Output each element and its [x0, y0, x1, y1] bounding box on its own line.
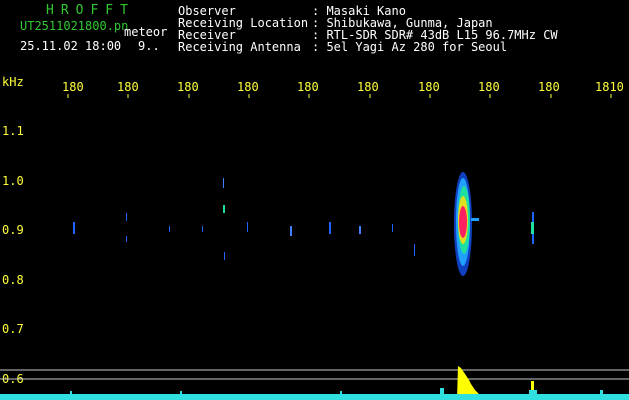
echo-histogram [0, 366, 629, 400]
x-tick-marks [67, 94, 612, 98]
spectrogram-plot [0, 94, 629, 400]
histogram-gridlines [0, 369, 629, 380]
meteor-echo [454, 172, 479, 276]
